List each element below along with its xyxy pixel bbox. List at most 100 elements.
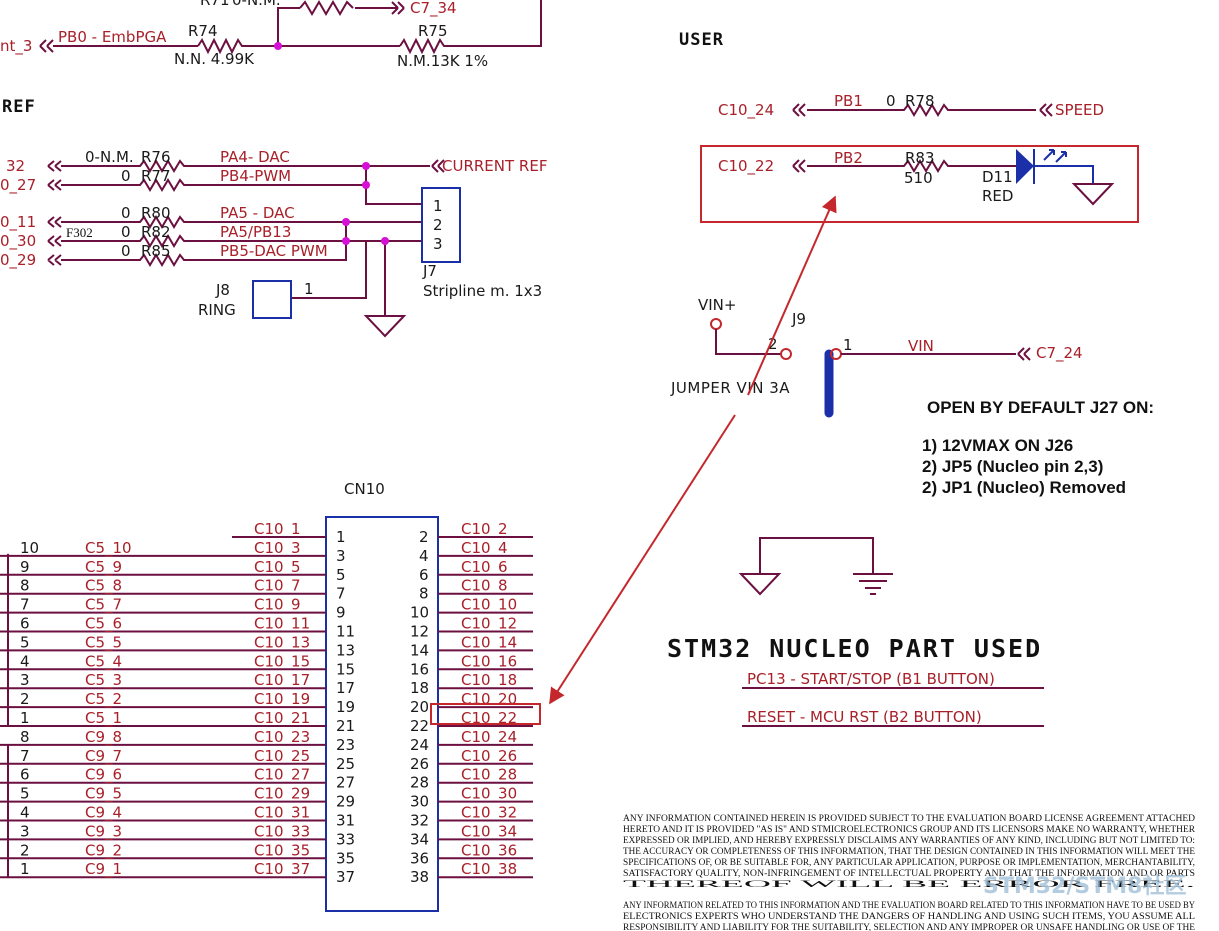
vin-label: VIN	[908, 337, 934, 355]
cn10-c-net-number: 8	[20, 577, 30, 595]
cn10-c-net-label: C9_4	[85, 804, 122, 823]
r78-value: 0	[886, 92, 896, 110]
vin-plus-terminal	[710, 318, 722, 330]
r85-net: PB5-DAC PWM	[220, 242, 328, 260]
j7-pin-1: 1	[433, 197, 443, 215]
cn10-c-net-label: C5_8	[85, 577, 122, 596]
notes-section: OPEN BY DEFAULT J27 ON: 1) 12VMAX ON J26…	[922, 398, 1154, 497]
parts-title: STM32 NUCLEO PART USED	[667, 634, 1042, 663]
cn10-c-net-number: 5	[20, 633, 30, 651]
junction-dot	[342, 237, 350, 245]
r82-net: PA5/PB13	[220, 223, 291, 241]
junction-dot	[342, 218, 350, 226]
disclaimer-line: RESPONSIBILITY AND LIABILITY FOR THE SUI…	[623, 922, 1196, 931]
cn10-section: CN10 1C10_1 2 C10_23C10_3 4 C10_45C10_5 6 C10_…	[0, 480, 541, 912]
j9-section: VIN+ 2 J9 1 VIN C7_24 JUMPER VIN 3A	[670, 296, 1083, 418]
c10-24-user-label: C10_24	[718, 101, 774, 120]
r71-partial-value: 0-N.M.	[232, 0, 281, 9]
cn10-c-net-label: C5_6	[85, 615, 122, 634]
d11-led-icon	[1016, 149, 1034, 184]
r80-net: PA5 - DAC	[220, 204, 295, 222]
cn10-c-net-label: C9_7	[85, 747, 122, 766]
annotation-arrow-upper	[747, 195, 837, 396]
reset-label: RESET - MCU RST (B2 BUTTON)	[747, 708, 982, 726]
ground-symbols	[738, 537, 893, 596]
jumper-vin-label: JUMPER VIN 3A	[670, 379, 790, 397]
notes-title: OPEN BY DEFAULT J27 ON:	[927, 398, 1154, 417]
notes-line-2: 2) JP5 (Nucleo pin 2,3)	[922, 457, 1103, 476]
speed-connector-symbol	[1039, 103, 1053, 117]
ref-title: REF	[2, 97, 36, 117]
top-feedback-wire	[277, 7, 398, 47]
cn10-c-net-label: C5_3	[85, 671, 122, 690]
cn10-left-pin-number: 1	[336, 528, 346, 546]
speed-label: SPEED	[1055, 101, 1104, 119]
j9-pin1: 1	[843, 336, 853, 354]
cn10-right-pin-number: 16	[410, 660, 429, 678]
ground-link-wire	[759, 537, 874, 574]
r75-ref: R75	[418, 22, 448, 40]
cn10-right-pin-number: 24	[410, 736, 429, 754]
r78-ref: R78	[905, 92, 935, 110]
cn10-c-net-label: C9_2	[85, 841, 122, 860]
d11-color: RED	[982, 187, 1013, 205]
j9-pin2-terminal	[780, 348, 792, 360]
r74-ref: R74	[188, 22, 218, 40]
ref-connector-symbols	[47, 160, 62, 266]
cn10-c-net-number: 4	[20, 804, 30, 822]
disclaimer-line: SPECIFICATIONS OF, OR BE SUITABLE FOR, A…	[623, 857, 1195, 867]
c7-24-label: C7_24	[1036, 344, 1083, 363]
junction-dot	[362, 162, 370, 170]
disclaimer-line: THE ACCURACY OR COMPLETENESS OF THIS INF…	[623, 846, 1196, 856]
cn10-right-pin-number: 28	[410, 774, 429, 792]
cn10-c-net-number: 10	[20, 539, 39, 557]
cn10-c-net-number: 9	[20, 558, 30, 576]
cn10-left-pin-number: 5	[336, 566, 346, 584]
cn10-c-net-number: 2	[20, 841, 30, 859]
earth-ground-icon	[853, 573, 893, 595]
cn10-right-pin-number: 34	[410, 830, 429, 848]
cn10-right-pin-number: 12	[410, 623, 429, 641]
r77-resistor	[61, 178, 366, 192]
cn10-c-net-label: C5_4	[85, 652, 122, 671]
disclaimer-line: ELECTRONICS EXPERTS WHO UNDERSTAND THE D…	[623, 911, 1195, 921]
r80-value: 0	[121, 204, 131, 222]
junction-dot	[381, 237, 389, 245]
cn10-left-pin-number: 11	[336, 623, 355, 641]
ref-left-net-3: 0_11	[0, 213, 36, 232]
cn10-left-pin-number: 19	[336, 698, 355, 716]
disclaimer-line: ANY INFORMATION RELATED TO THIS INFORMAT…	[623, 900, 1195, 910]
cn10-right-pin-number: 14	[410, 641, 429, 659]
r82-ref: R82	[141, 223, 171, 241]
left-cut-net: nt_3	[0, 37, 32, 56]
cn10-left-pin-number: 27	[336, 774, 355, 792]
d11-ref: D11	[982, 168, 1013, 186]
cn10-left-pin-number: 15	[336, 660, 355, 678]
cn10-c-net-number: 1	[20, 709, 30, 727]
r77-value: 0	[121, 167, 131, 185]
j8-connector	[252, 280, 292, 319]
cn10-left-pin-number: 21	[336, 717, 355, 735]
watermark-text: STM32/STM8社区	[983, 873, 1186, 899]
cn10-c-net-label: C9_5	[85, 785, 122, 804]
user-title: USER	[679, 30, 724, 50]
cn10-left-pin-number: 25	[336, 755, 355, 773]
cn10-left-pin-number: 9	[336, 604, 346, 622]
pb0-net-label: PB0 - EmbPGA	[58, 28, 167, 46]
user-ground-symbol	[1071, 183, 1115, 206]
notes-line-3: 2) JP1 (Nucleo) Removed	[922, 478, 1126, 497]
cn10-c-net-number: 6	[20, 766, 30, 784]
cn10-right-pin-number: 2	[419, 528, 429, 546]
cn10-right-pin-number: 36	[410, 849, 429, 867]
cn10-title: CN10	[344, 480, 385, 498]
r80-ref: R80	[141, 204, 171, 222]
cn10-left-pin-number: 37	[336, 868, 355, 886]
j8-ref: J8	[215, 281, 230, 299]
ref-left-net-2: 0_27	[0, 176, 36, 195]
parts-section: STM32 NUCLEO PART USED PC13 - START/STOP…	[667, 634, 1044, 727]
disclaimer-line: ANY INFORMATION CONTAINED HEREIN IS PROV…	[623, 813, 1196, 823]
disclaimer-line: HERETO AND IT IS PROVIDED "AS IS" AND ST…	[623, 824, 1195, 834]
r77-net: PB4-PWM	[220, 167, 291, 185]
r71-partial-ref: R71	[200, 0, 230, 9]
j7-ref: J7	[422, 262, 437, 280]
